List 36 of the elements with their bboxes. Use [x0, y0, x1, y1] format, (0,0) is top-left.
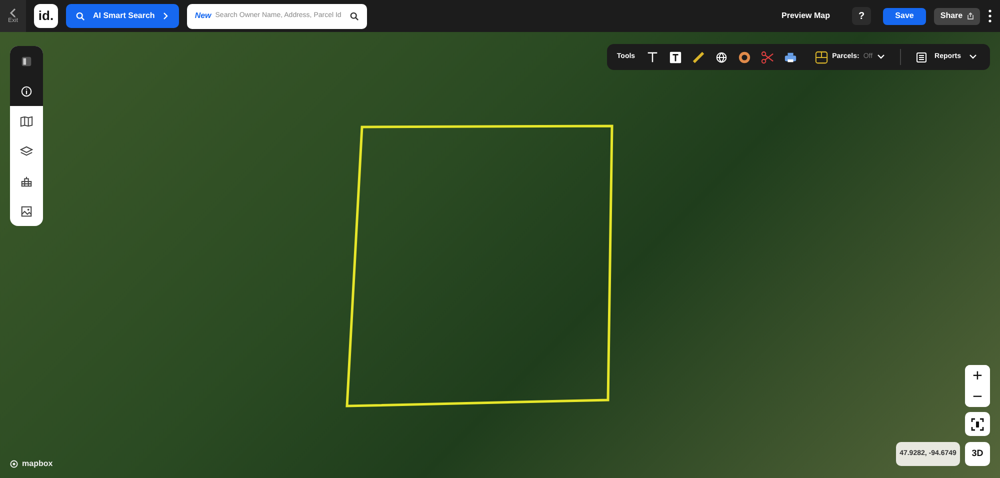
- share-icon: [966, 12, 974, 20]
- more-options-icon[interactable]: [988, 9, 992, 23]
- globe-icon: [715, 50, 728, 64]
- 3d-view-button[interactable]: 3D: [965, 442, 990, 466]
- logo[interactable]: id.: [34, 4, 58, 28]
- ring-icon: [738, 50, 752, 64]
- sidebar-panel-icon: [20, 54, 33, 68]
- chevron-down-icon: [969, 54, 977, 60]
- document-icon: [916, 52, 927, 62]
- share-button[interactable]: Share: [934, 8, 980, 24]
- help-button[interactable]: ?: [852, 7, 871, 25]
- focus-frame-icon: [971, 418, 984, 430]
- parcels-icon: [815, 50, 828, 64]
- attribution-text: mapbox: [22, 458, 53, 470]
- image-icon: [20, 204, 33, 218]
- printer-icon: [784, 50, 798, 64]
- save-button[interactable]: Save: [883, 8, 926, 24]
- ai-smart-search-button[interactable]: AI Smart Search: [66, 4, 179, 28]
- preview-map-button[interactable]: Preview Map: [776, 9, 836, 23]
- book-icon: [20, 114, 33, 128]
- new-label: New: [194, 10, 212, 22]
- mapbox-logo-icon: [10, 460, 18, 468]
- search-icon: [76, 12, 85, 20]
- text-box-icon: [669, 50, 682, 64]
- scissors-icon: [761, 50, 774, 64]
- chevron-down-icon: [876, 54, 885, 60]
- back-icon: [9, 8, 17, 18]
- chevron-right-icon: [162, 12, 169, 20]
- locate-button[interactable]: [965, 412, 990, 436]
- parcel-outline[interactable]: [346, 124, 614, 408]
- layers-icon: [20, 144, 33, 158]
- info-icon: [20, 84, 33, 98]
- text-icon: [646, 50, 660, 64]
- search-icon: [350, 12, 359, 20]
- buildings-icon: [20, 174, 33, 188]
- ruler-icon: [692, 50, 706, 64]
